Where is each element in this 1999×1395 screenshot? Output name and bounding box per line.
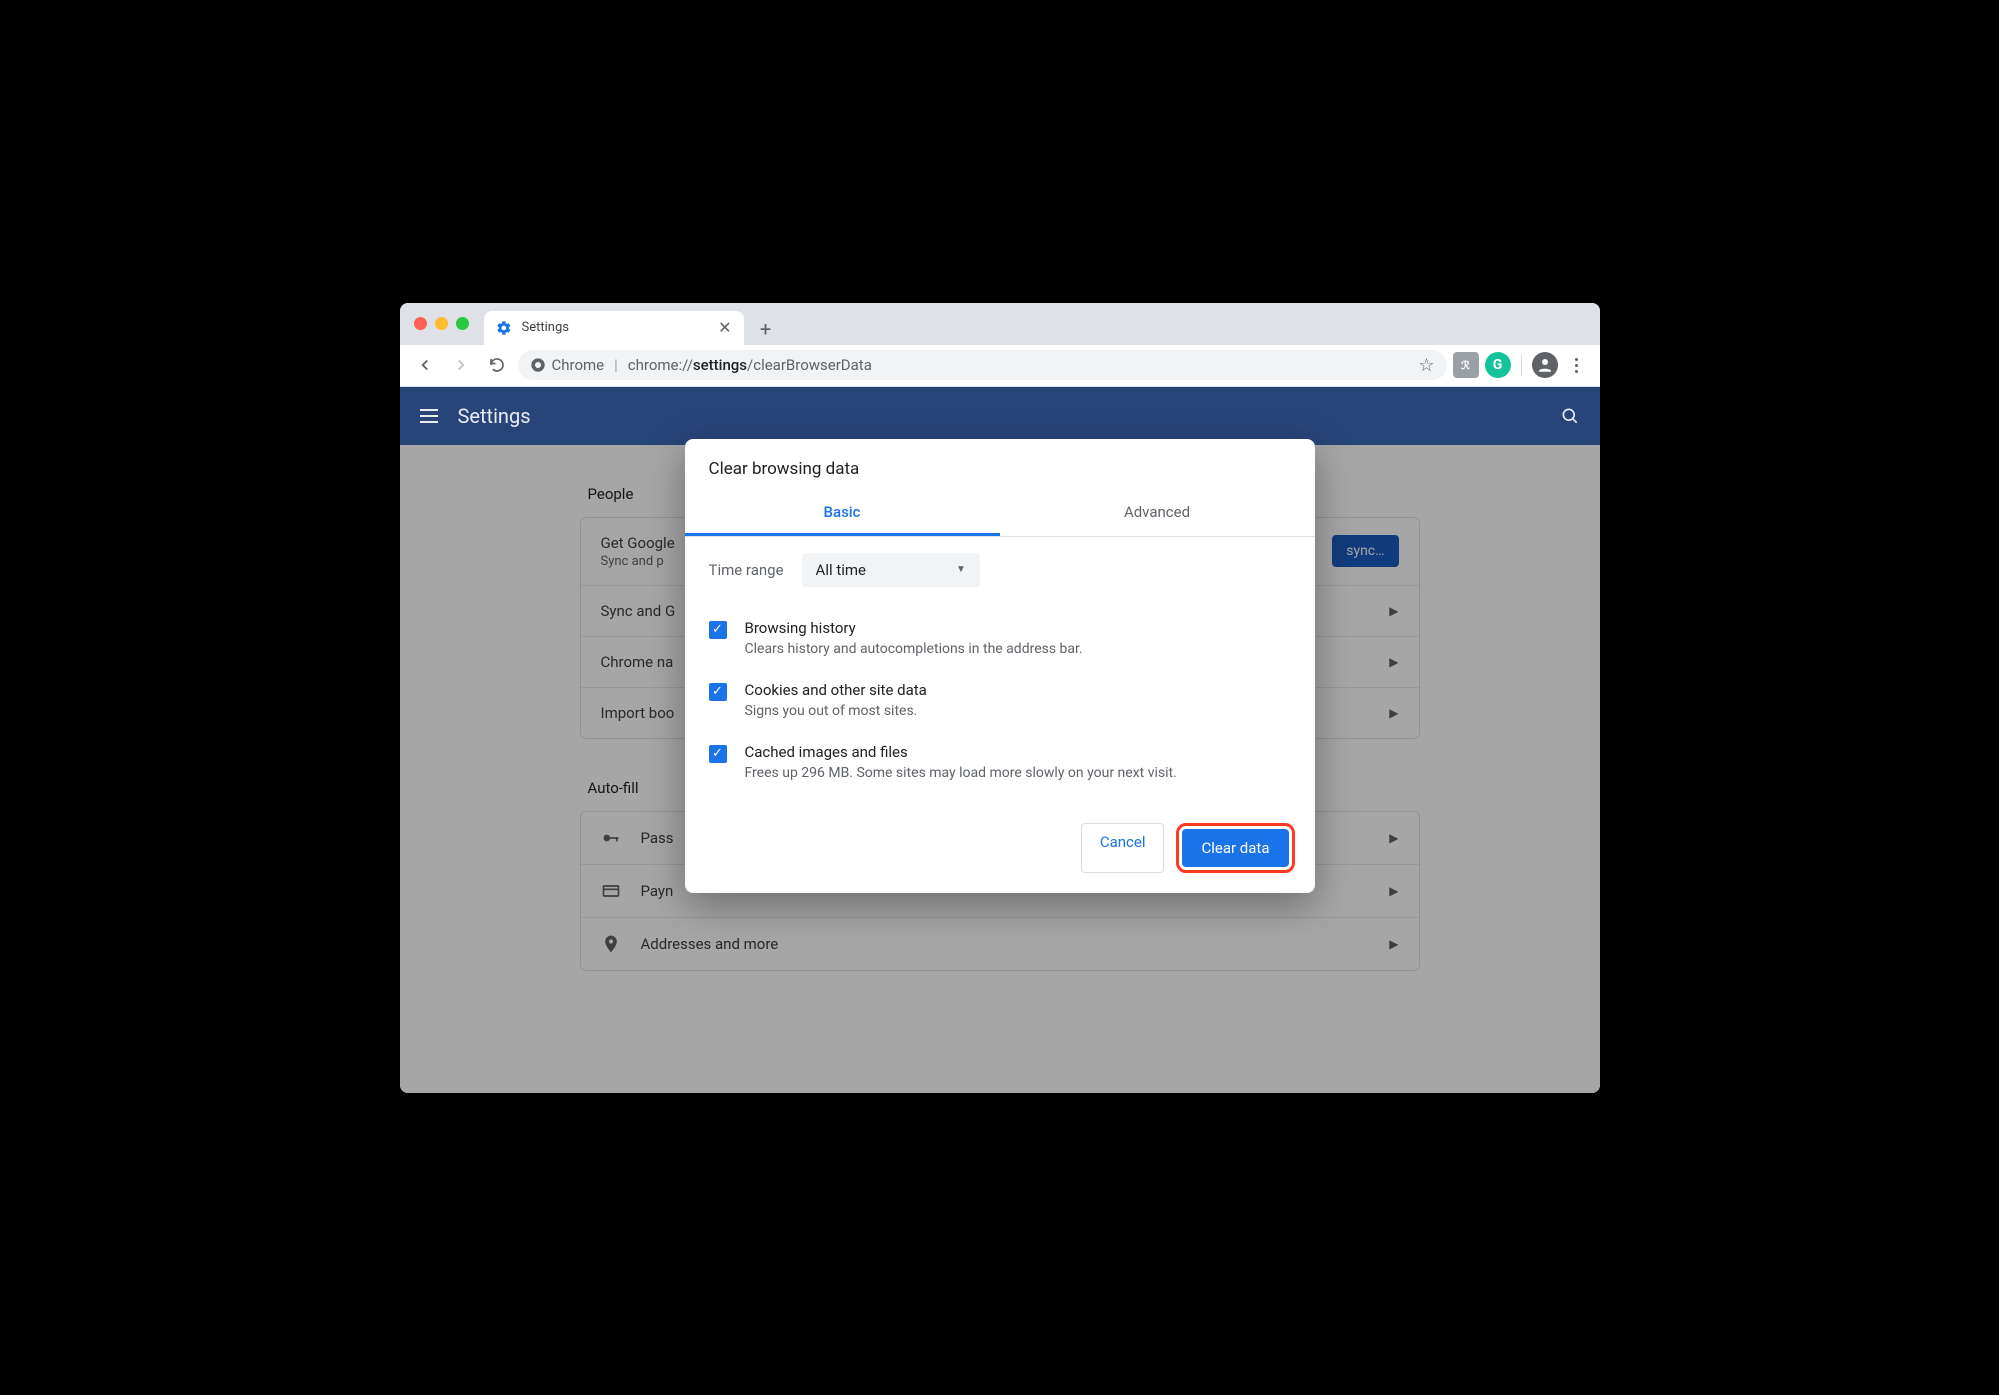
kebab-menu-icon[interactable] xyxy=(1564,358,1590,373)
check-item-cache[interactable]: ✓ Cached images and files Frees up 296 M… xyxy=(709,731,1291,793)
time-range-row: Time range All time ▼ xyxy=(709,553,1291,587)
reload-button[interactable] xyxy=(482,350,512,380)
back-button[interactable] xyxy=(410,350,440,380)
separator: | xyxy=(614,356,618,374)
check-label: Browsing history xyxy=(745,619,1083,637)
scheme-label: Chrome xyxy=(552,356,605,374)
close-tab-button[interactable]: ✕ xyxy=(718,318,731,337)
address-bar[interactable]: Chrome | chrome://settings/clearBrowserD… xyxy=(518,350,1447,380)
check-item-cookies[interactable]: ✓ Cookies and other site data Signs you … xyxy=(709,669,1291,731)
check-label: Cached images and files xyxy=(745,743,1177,761)
grammarly-icon[interactable]: G xyxy=(1485,352,1511,378)
clear-browsing-data-dialog: Clear browsing data Basic Advanced Time … xyxy=(685,439,1315,893)
dialog-tabs: Basic Advanced xyxy=(685,491,1315,537)
checkbox-checked-icon[interactable]: ✓ xyxy=(709,745,727,763)
maximize-window-button[interactable] xyxy=(456,317,469,330)
check-description: Clears history and autocompletions in th… xyxy=(745,641,1083,657)
separator xyxy=(1521,354,1522,376)
checkbox-checked-icon[interactable]: ✓ xyxy=(709,621,727,639)
new-tab-button[interactable]: + xyxy=(750,313,782,345)
dialog-body: Time range All time ▼ ✓ Browsing history… xyxy=(685,537,1315,809)
minimize-window-button[interactable] xyxy=(435,317,448,330)
hamburger-icon[interactable] xyxy=(420,409,438,423)
url-text: chrome://settings/clearBrowserData xyxy=(628,356,872,374)
chrome-origin-icon: Chrome xyxy=(530,356,605,374)
forward-button[interactable] xyxy=(446,350,476,380)
tab-title: Settings xyxy=(522,320,569,335)
check-description: Frees up 296 MB. Some sites may load mor… xyxy=(745,765,1177,781)
tab-advanced[interactable]: Advanced xyxy=(1000,491,1315,536)
time-range-label: Time range xyxy=(709,561,784,579)
highlight-annotation: Clear data xyxy=(1176,823,1294,873)
gear-icon xyxy=(496,320,512,336)
tab-strip: Settings ✕ + xyxy=(400,303,1600,345)
time-range-select[interactable]: All time ▼ xyxy=(802,553,980,587)
browser-window: Settings ✕ + Chrome | chrome://settings/… xyxy=(400,303,1600,1093)
tab-basic[interactable]: Basic xyxy=(685,491,1000,536)
close-window-button[interactable] xyxy=(414,317,427,330)
browser-toolbar: Chrome | chrome://settings/clearBrowserD… xyxy=(400,345,1600,387)
page-title: Settings xyxy=(458,404,531,428)
page-content: Settings People Get Google Sync and p sy… xyxy=(400,387,1600,1093)
check-item-history[interactable]: ✓ Browsing history Clears history and au… xyxy=(709,607,1291,669)
browser-tab[interactable]: Settings ✕ xyxy=(484,311,744,345)
profile-avatar[interactable] xyxy=(1532,352,1558,378)
clear-data-button[interactable]: Clear data xyxy=(1182,829,1288,867)
chevron-down-icon: ▼ xyxy=(956,564,966,575)
dialog-actions: Cancel Clear data xyxy=(685,809,1315,873)
cancel-button[interactable]: Cancel xyxy=(1081,823,1165,873)
check-label: Cookies and other site data xyxy=(745,681,927,699)
check-description: Signs you out of most sites. xyxy=(745,703,927,719)
search-icon[interactable] xyxy=(1560,406,1580,426)
extension-icon[interactable]: ℛ xyxy=(1453,352,1479,378)
dialog-title: Clear browsing data xyxy=(685,439,1315,491)
window-controls xyxy=(414,317,469,330)
settings-appbar: Settings xyxy=(400,387,1600,445)
checkbox-checked-icon[interactable]: ✓ xyxy=(709,683,727,701)
bookmark-star-icon[interactable]: ☆ xyxy=(1418,355,1434,376)
